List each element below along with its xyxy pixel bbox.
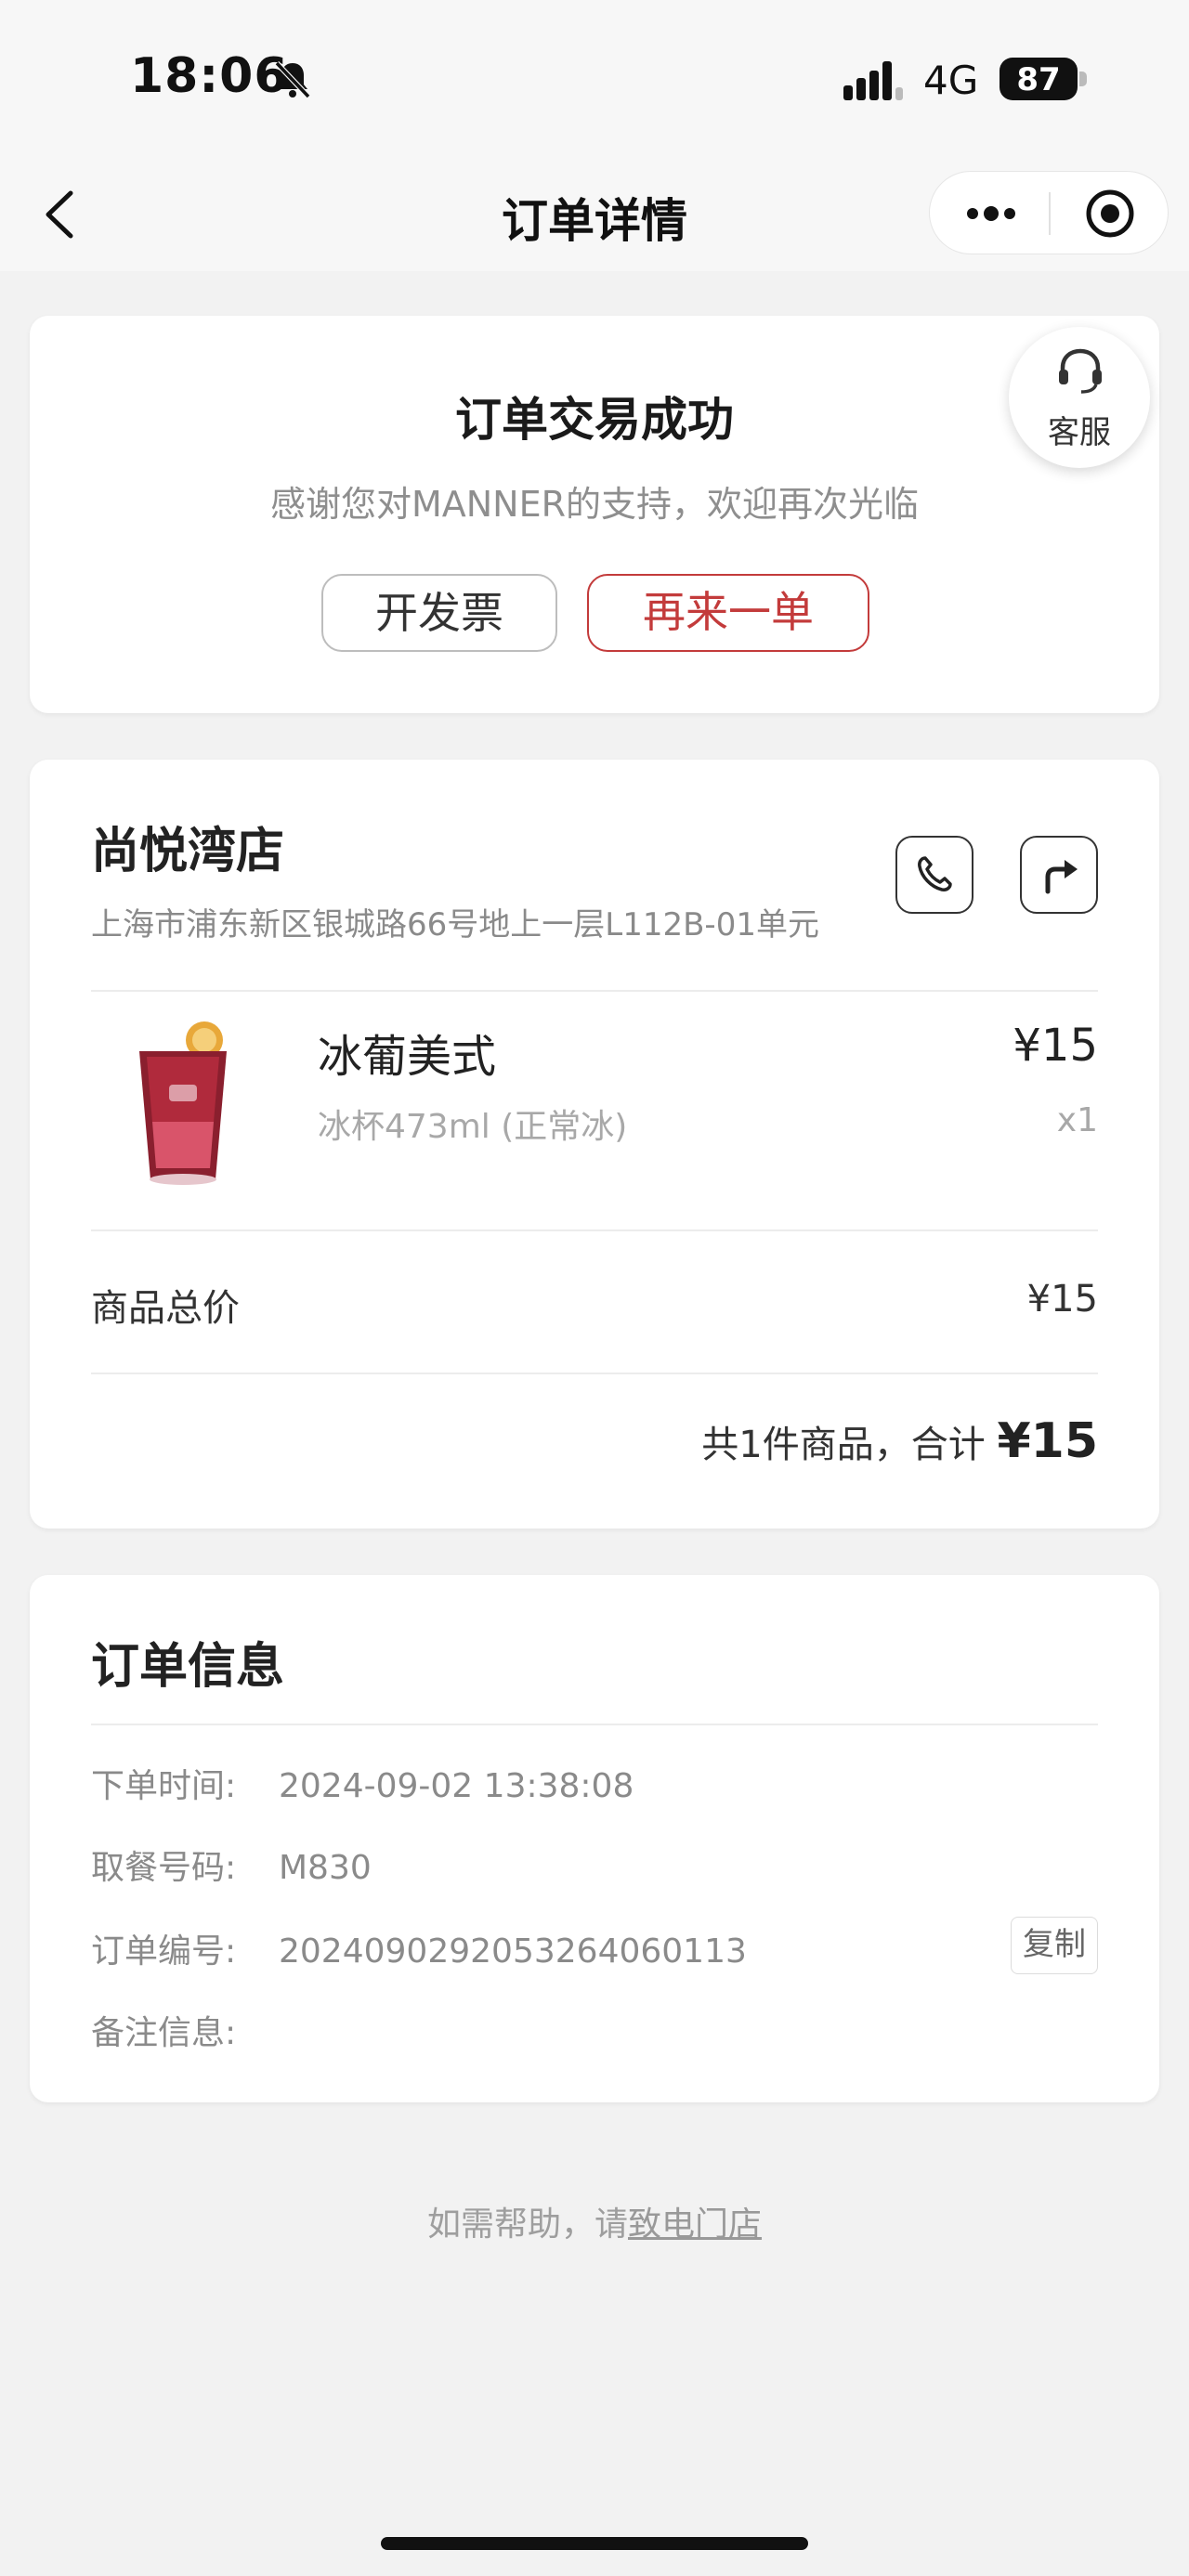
store-name: 尚悦湾店 [91,824,285,879]
order-status-title: 订单交易成功 [455,393,734,447]
status-time: 18:06 [130,48,289,104]
divider [91,1229,1098,1231]
help-text: 如需帮助，请致电门店 [0,2197,1189,2245]
order-summary: 共1件商品，合计 ¥15 [701,1413,1098,1469]
customer-service-button[interactable]: 客服 [1009,327,1150,468]
copy-order-number-button[interactable]: 复制 [1011,1917,1098,1974]
order-status-card: 订单交易成功 感谢您对MANNER的支持，欢迎再次光临 开发票 再来一单 [30,316,1159,713]
order-info-title: 订单信息 [91,1639,285,1695]
product-spec: 冰杯473ml (正常冰) [318,1108,628,1146]
order-time-value: 2024-09-02 13:38:08 [279,1767,634,1805]
order-number-value: 20240902920532640601​13 [279,1932,747,1971]
product-name: 冰葡美式 [318,1031,497,1083]
store-order-card: 尚悦湾店 上海市浦东新区银城路66号地上一层L112B-01单元 冰葡美式 冰杯… [30,760,1159,1529]
product-quantity: x1 [1056,1101,1098,1139]
nav-bar: 订单详情 [0,158,1189,271]
network-type: 4G [923,58,979,103]
navigate-store-button[interactable] [1020,836,1098,914]
bell-muted-icon [274,60,311,99]
divider [91,1724,1098,1725]
invoice-button[interactable]: 开发票 [321,574,557,652]
remark-label: 备注信息: [91,2014,237,2052]
customer-service-label: 客服 [1048,414,1111,451]
product-price: ¥15 [1013,1020,1098,1072]
record-target-icon[interactable] [1084,188,1136,240]
battery-icon: 87 [1000,58,1087,100]
order-time-label: 下单时间: [91,1767,237,1805]
reorder-button[interactable]: 再来一单 [587,574,869,652]
summary-prefix: 共1件商品，合计 [701,1424,986,1466]
call-store-button[interactable] [895,836,973,914]
signal-icon [843,61,903,100]
more-dots-icon[interactable] [963,190,1019,237]
capsule-divider [1049,192,1051,235]
order-status-subtitle: 感谢您对MANNER的支持，欢迎再次光临 [269,484,920,525]
divider [91,990,1098,992]
battery-percent: 87 [1016,61,1061,98]
mini-program-capsule [929,171,1169,254]
status-bar: 18:06 4G 87 [0,0,1189,158]
phone-icon [918,856,952,891]
goods-total-value: ¥15 [1026,1278,1098,1321]
home-indicator[interactable] [381,2537,808,2550]
pickup-code-value: M830 [279,1849,372,1887]
order-info-card: 订单信息 下单时间: 2024-09-02 13:38:08 取餐号码: M830 … [30,1575,1159,2102]
pickup-code-row: 取餐号码: M830 [91,1841,372,1889]
order-detail-page: 18:06 4G 87 订单详情 订单交易成功 感谢您对MANNER的支持，欢迎… [0,0,1189,2576]
remark-row: 备注信息: [91,2006,279,2054]
iced-drink-icon [139,1021,227,1185]
order-time-row: 下单时间: 2024-09-02 13:38:08 [91,1759,634,1807]
call-store-link[interactable]: 致电门店 [628,2205,762,2244]
help-prefix: 如需帮助，请 [426,2205,628,2244]
pickup-code-label: 取餐号码: [91,1849,237,1887]
summary-amount: ¥15 [997,1413,1098,1469]
navigate-icon [1045,860,1078,894]
headset-icon [1059,348,1102,394]
order-number-label: 订单编号: [91,1932,237,1971]
goods-total-label: 商品总价 [91,1287,240,1330]
order-number-row: 订单编号: 20240902920532640601​13 [91,1924,747,1972]
divider [91,1373,1098,1374]
store-address: 上海市浦东新区银城路66号地上一层L112B-01单元 [91,906,819,943]
